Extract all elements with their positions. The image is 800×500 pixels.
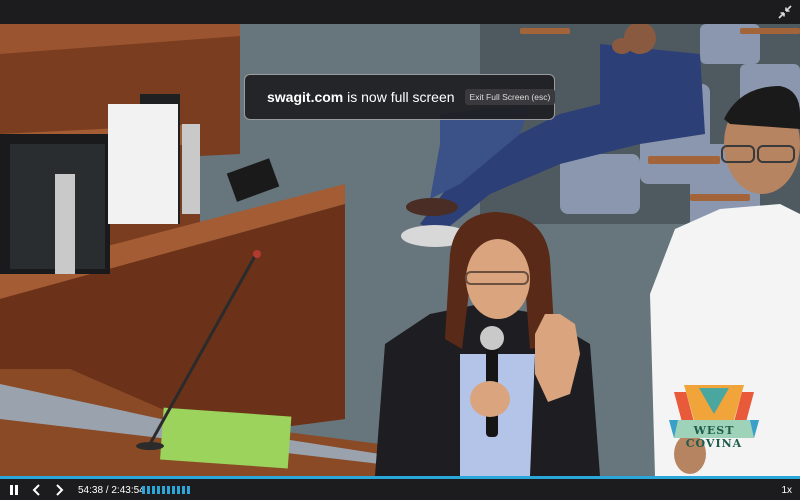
volume-bar [162,486,165,494]
volume-bar [157,486,160,494]
skip-forward-button[interactable] [54,482,66,498]
volume-bar [152,486,155,494]
fullscreen-domain: swagit.com [267,89,344,105]
pause-button[interactable] [8,482,22,498]
volume-bar [147,486,150,494]
fullscreen-message-text: is now full screen [343,89,455,105]
fullscreen-message: swagit.com is now full screen [267,89,455,105]
chevron-left-icon [32,484,40,496]
time-separator: / [103,484,112,496]
watermark-logo: WEST COVINA [664,380,764,460]
exit-fullscreen-icon[interactable] [778,5,792,19]
volume-bar [172,486,175,494]
skip-back-button[interactable] [32,482,44,498]
top-bar [0,0,800,24]
volume-slider[interactable] [142,482,190,498]
fullscreen-notice: swagit.com is now full screen Exit Full … [244,74,556,120]
volume-bar [182,486,185,494]
chevron-right-icon [56,484,64,496]
playback-speed-button[interactable]: 1x [781,482,792,498]
exit-fullscreen-button[interactable]: Exit Full Screen (esc) [464,89,556,105]
duration: 2:43:54 [111,484,145,496]
logo-text: WEST COVINA [685,424,743,450]
pause-icon [10,485,18,495]
time-display: 54:38 / 2:43:54 [78,482,145,498]
current-time: 54:38 [78,484,104,496]
video-frame[interactable]: WEST COVINA swagit.com is now full scree… [0,24,800,476]
player-controls: 54:38 / 2:43:54 1x [0,476,800,500]
volume-bar [187,486,190,494]
volume-bar [177,486,180,494]
volume-bar [167,486,170,494]
volume-bar [142,486,145,494]
